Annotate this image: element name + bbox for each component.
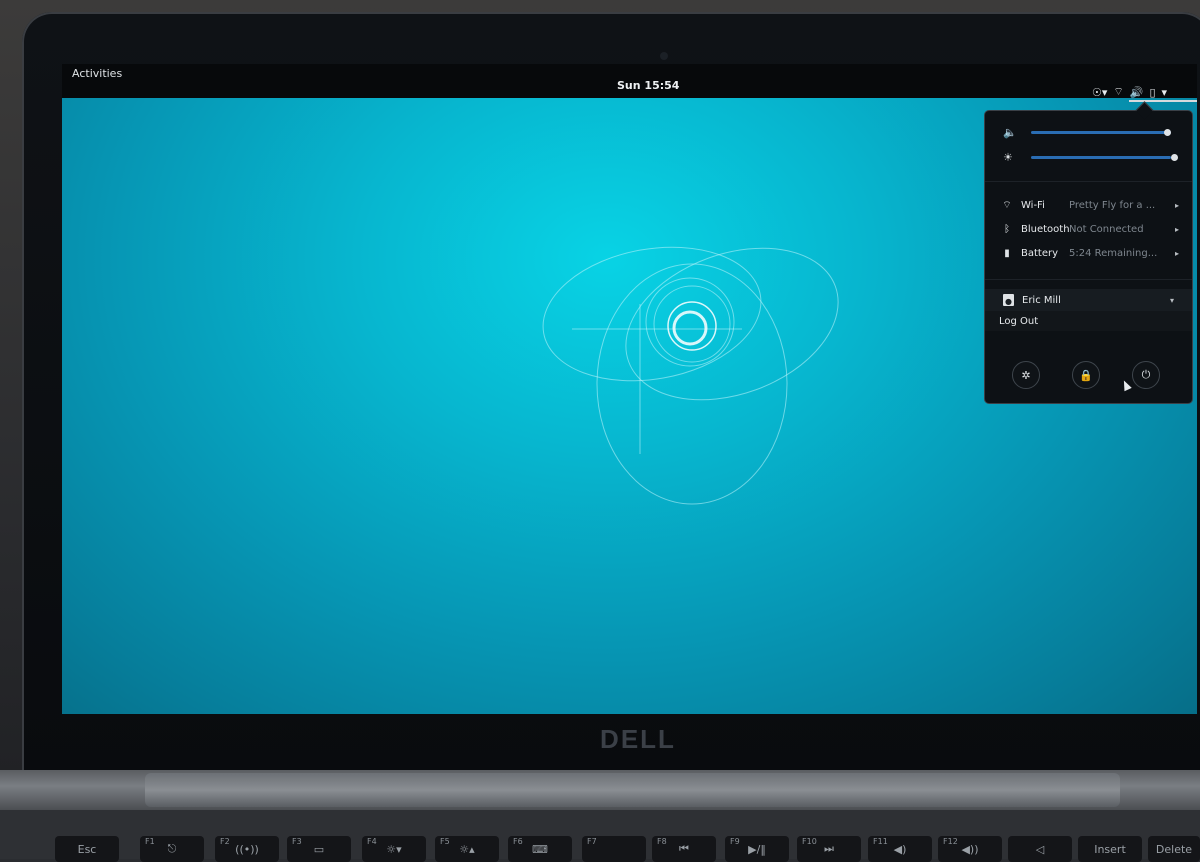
brightness-slider-knob[interactable] [1171, 153, 1178, 161]
keyboard-key[interactable]: F12 ◀)) [938, 836, 1002, 862]
brand-logo: DELL [600, 723, 676, 754]
chevron-right-icon: ▸ [1174, 248, 1179, 258]
top-panel: Activities Sun 15:54 ☉▾ ⌔ 🔊 ▯ ▾ [62, 64, 1197, 102]
key-label: ☼▴ [459, 842, 475, 856]
key-fn-label: F2 [220, 837, 230, 846]
brightness-slider[interactable] [1031, 153, 1178, 161]
key-label: Insert [1094, 842, 1126, 856]
keyboard-key[interactable]: Delete [1148, 836, 1200, 862]
chevron-down-icon: ▾ [1161, 85, 1168, 99]
key-label: Esc [77, 842, 97, 856]
menu-separator [985, 279, 1192, 280]
battery-tray-icon: ▯ [1149, 85, 1156, 99]
battery-value: 5:24 Remaining... [1069, 247, 1158, 259]
keyboard-key[interactable]: F10 ⏭ [797, 836, 861, 862]
chevron-down-icon: ▾ [1169, 295, 1174, 305]
volume-slider-row[interactable]: 🔈 [1003, 125, 1178, 139]
wifi-item[interactable]: ⌔ Wi-Fi Pretty Fly for a ... ▸ [999, 196, 1179, 214]
key-label: ☼▾ [386, 842, 402, 856]
debian-swirl-wallpaper [542, 246, 839, 505]
user-name: Eric Mill [1022, 294, 1061, 306]
menu-pointer [1135, 101, 1154, 120]
wifi-value: Pretty Fly for a ... [1069, 199, 1156, 211]
bluetooth-item[interactable]: ᛒ Bluetooth Not Connected ▸ [999, 220, 1179, 238]
lock-button[interactable]: 🔒 [1072, 361, 1100, 389]
menu-separator [985, 181, 1192, 182]
key-label: ▶/‖ [748, 842, 766, 856]
bluetooth-icon: ᛒ [1004, 223, 1010, 235]
settings-button[interactable]: ✲ [1012, 361, 1040, 389]
system-menu: 🔈 ☀ ⌔ Wi-Fi Pretty Fly for a ... ▸ ᛒ Blu… [984, 101, 1193, 404]
keyboard-key[interactable]: F4 ☼▾ [362, 836, 426, 862]
clock[interactable]: Sun 15:54 [617, 79, 679, 92]
key-fn-label: F12 [943, 837, 958, 846]
logout-button[interactable]: Log Out [999, 316, 1038, 327]
power-icon: ⏻ [1141, 368, 1151, 381]
key-fn-label: F1 [145, 837, 155, 846]
battery-label: Battery [1021, 247, 1059, 259]
keyboard-key[interactable]: F2 ((•)) [215, 836, 279, 862]
desktop-screen[interactable]: Activities Sun 15:54 ☉▾ ⌔ 🔊 ▯ ▾ 🔈 ☀ ⌔ Wi… [62, 64, 1197, 714]
key-fn-label: F8 [657, 837, 667, 846]
keyboard-key[interactable]: F6 ⌨ [508, 836, 572, 862]
chevron-right-icon: ▸ [1174, 224, 1179, 234]
keyboard-key[interactable]: F3 ▭ [287, 836, 351, 862]
volume-tray-icon: 🔊 [1129, 85, 1144, 99]
key-label: ◁ [1035, 842, 1045, 856]
key-fn-label: F9 [730, 837, 740, 846]
battery-icon: ▮ [1004, 247, 1010, 259]
chevron-right-icon: ▸ [1174, 200, 1179, 210]
bluetooth-value: Not Connected [1069, 223, 1144, 235]
key-label: ⏮ [679, 842, 689, 855]
key-fn-label: F7 [587, 837, 597, 846]
key-label: Delete [1155, 842, 1193, 856]
system-tray[interactable]: ☉▾ ⌔ 🔊 ▯ ▾ [1092, 84, 1197, 102]
key-label: ⎋ [167, 842, 177, 855]
key-fn-label: F4 [367, 837, 377, 846]
user-avatar-icon: ● [1003, 294, 1014, 306]
user-item[interactable]: ● Eric Mill ▾ [985, 289, 1192, 311]
webcam [660, 52, 668, 60]
keyboard-key[interactable]: F9 ▶/‖ [725, 836, 789, 862]
keyboard-key[interactable]: Esc [55, 836, 119, 862]
key-fn-label: F11 [873, 837, 888, 846]
activities-button[interactable]: Activities [72, 67, 122, 80]
brightness-slider-row[interactable]: ☀ [1003, 150, 1178, 164]
speaker-icon: 🔈 [1003, 125, 1017, 139]
volume-slider[interactable] [1031, 128, 1171, 136]
keyboard-key[interactable]: F5 ☼▴ [435, 836, 499, 862]
keyboard-key[interactable]: F8 ⏮ [652, 836, 716, 862]
wifi-label: Wi-Fi [1021, 199, 1045, 211]
hinge-bar [145, 773, 1120, 807]
keyboard-key[interactable]: F7 [582, 836, 646, 862]
key-label: ⌨ [532, 842, 548, 856]
key-label: ((•)) [235, 842, 259, 856]
brightness-icon: ☀ [1003, 150, 1013, 164]
key-label: ▭ [313, 842, 325, 856]
lock-icon: 🔒 [1079, 368, 1093, 382]
key-fn-label: F3 [292, 837, 302, 846]
keyboard-key[interactable]: Insert [1078, 836, 1142, 862]
bluetooth-label: Bluetooth [1021, 223, 1070, 235]
keyboard-key[interactable]: F1 ⎋ [140, 836, 204, 862]
settings-icon: ✲ [1021, 368, 1031, 382]
keyboard-key[interactable]: F11 ◀) [868, 836, 932, 862]
wifi-tray-icon: ⌔ [1113, 85, 1124, 98]
keyboard-key[interactable]: ◁ [1008, 836, 1072, 862]
key-fn-label: F6 [513, 837, 523, 846]
tray-active-indicator [1129, 100, 1197, 102]
power-button[interactable]: ⏻ [1132, 361, 1160, 389]
wifi-icon: ⌔ [1002, 199, 1012, 211]
battery-item[interactable]: ▮ Battery 5:24 Remaining... ▸ [999, 244, 1179, 262]
key-label: ◀) [893, 842, 907, 856]
key-fn-label: F10 [802, 837, 817, 846]
key-label: ⏭ [824, 842, 834, 855]
volume-slider-knob[interactable] [1164, 128, 1171, 136]
key-fn-label: F5 [440, 837, 450, 846]
accessibility-icon[interactable]: ☉▾ [1092, 86, 1107, 99]
key-label: ◀)) [961, 842, 979, 856]
